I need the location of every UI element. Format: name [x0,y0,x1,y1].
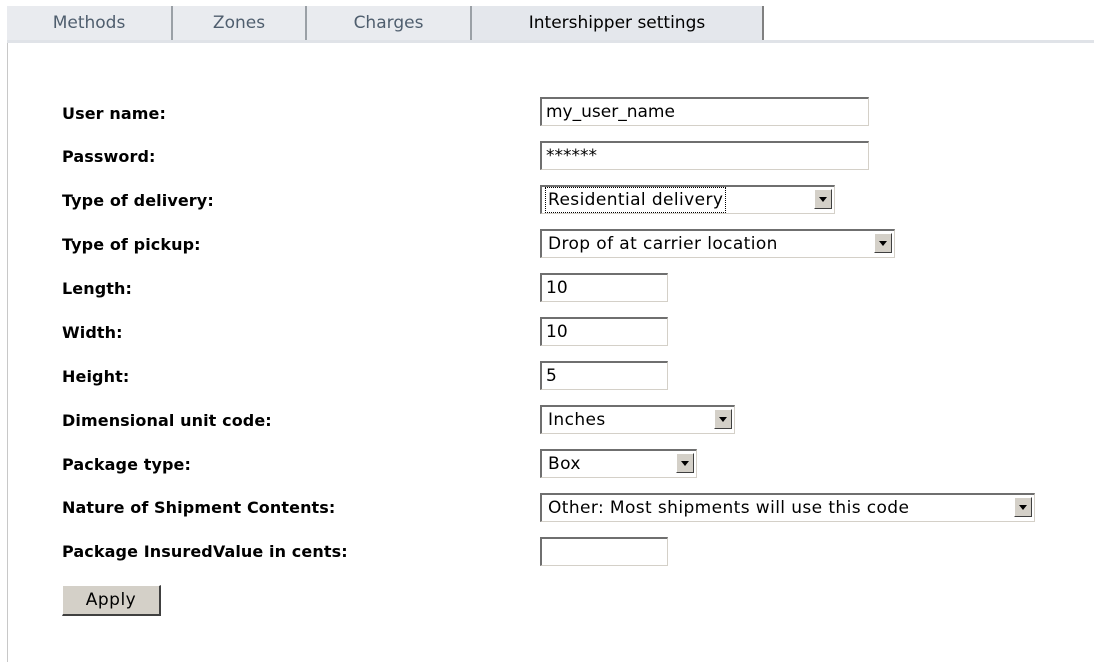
contents-nature-value: Other: Most shipments will use this code [548,498,910,518]
tab-bar: Methods Zones Charges Intershipper setti… [7,6,1094,40]
dimensional-unit-label: Dimensional unit code: [62,411,272,430]
pickup-type-select[interactable]: Drop of at carrier location [540,229,895,258]
apply-button[interactable]: Apply [62,585,161,616]
width-input[interactable] [540,317,668,346]
package-type-select[interactable]: Box [540,449,697,478]
length-label: Length: [62,279,133,298]
width-label: Width: [62,323,123,342]
height-input[interactable] [540,361,668,390]
user-name-input[interactable] [540,97,869,126]
contents-nature-select[interactable]: Other: Most shipments will use this code [540,493,1035,522]
dimensional-unit-value: Inches [548,410,606,430]
pickup-type-label: Type of pickup: [62,235,201,254]
insured-value-label: Package InsuredValue in cents: [62,542,348,561]
panel-left-border [7,43,8,662]
chevron-down-icon[interactable] [676,453,694,473]
package-type-value: Box [548,454,581,474]
delivery-type-label: Type of delivery: [62,191,214,210]
chevron-down-icon[interactable] [874,233,892,253]
tab-underline [7,40,1094,43]
tab-charges-label: Charges [353,13,424,33]
tab-intershipper-settings-label: Intershipper settings [528,13,706,33]
chevron-down-icon[interactable] [714,409,732,429]
delivery-type-value: Residential delivery [545,187,727,213]
pickup-type-value: Drop of at carrier location [548,234,778,254]
insured-value-input[interactable] [540,537,668,566]
chevron-down-icon[interactable] [1014,497,1032,517]
delivery-type-select[interactable]: Residential delivery [540,185,835,214]
tab-zones[interactable]: Zones [173,6,307,40]
package-type-label: Package type: [62,455,191,474]
tab-methods[interactable]: Methods [7,6,173,40]
dimensional-unit-select[interactable]: Inches [540,405,735,434]
height-label: Height: [62,367,130,386]
length-input[interactable] [540,273,668,302]
tab-zones-label: Zones [212,13,266,33]
chevron-down-icon[interactable] [814,189,832,209]
password-label: Password: [62,147,156,166]
contents-nature-label: Nature of Shipment Contents: [62,498,336,517]
tab-methods-label: Methods [52,13,126,33]
tab-intershipper-settings[interactable]: Intershipper settings [472,6,764,40]
apply-button-label: Apply [85,590,137,610]
user-name-label: User name: [62,104,166,123]
tab-charges[interactable]: Charges [307,6,472,40]
password-input[interactable] [540,141,869,170]
